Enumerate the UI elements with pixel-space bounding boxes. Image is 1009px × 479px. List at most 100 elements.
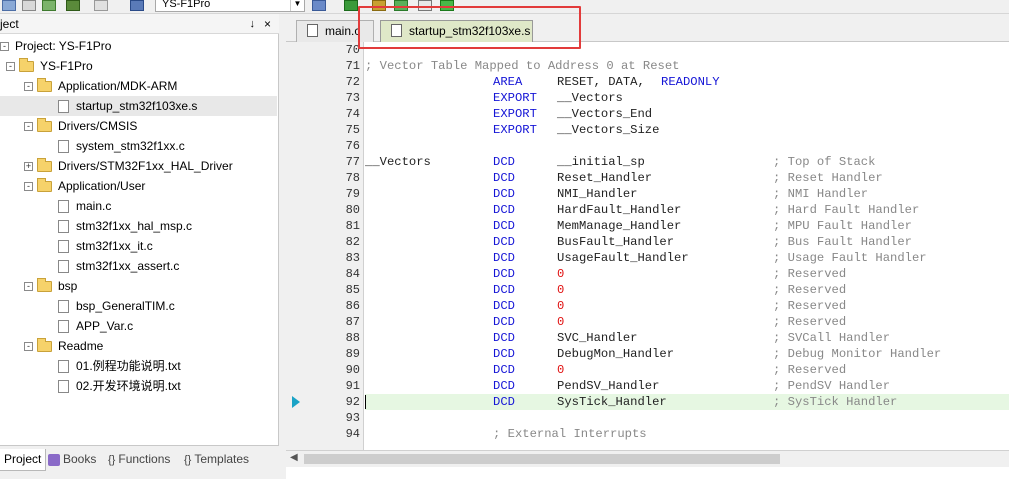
collapse-icon[interactable]: -	[0, 42, 9, 52]
code-line[interactable]	[365, 42, 1009, 58]
code-line[interactable]	[365, 410, 1009, 426]
collapse-icon[interactable]: -	[24, 182, 33, 192]
collapse-icon[interactable]: -	[24, 82, 33, 92]
filter-icon[interactable]	[418, 0, 432, 11]
tree-file-item[interactable]: APP_Var.c	[44, 316, 135, 336]
code-line[interactable]: DCD 0 ; Reserved	[365, 362, 1009, 378]
file-icon	[58, 320, 69, 334]
tree-file-item[interactable]: stm32f1xx_assert.c	[44, 256, 181, 276]
tree-folder-item[interactable]: - Application/User	[24, 176, 147, 196]
code-line[interactable]: EXPORT __Vectors_Size	[365, 122, 1009, 138]
tree-file-item[interactable]: stm32f1xx_hal_msp.c	[44, 216, 194, 236]
folder-icon	[37, 78, 52, 93]
tree-folder-item[interactable]: - Drivers/CMSIS	[24, 116, 139, 136]
tree-project-item[interactable]: - Project: YS-F1Pro	[0, 36, 113, 56]
pin-icon[interactable]: ↓	[250, 14, 256, 34]
tree-file-item[interactable]: bsp_GeneralTIM.c	[44, 296, 177, 316]
code-keyword: DCD	[493, 347, 515, 361]
code-keyword: EXPORT	[493, 91, 537, 105]
horizontal-scrollbar[interactable]: ◀	[286, 450, 1009, 467]
options-icon[interactable]	[22, 0, 36, 11]
code-line[interactable]: EXPORT __Vectors	[365, 90, 1009, 106]
green-box-icon[interactable]	[440, 0, 454, 11]
tree-item-label: APP_Var.c	[76, 319, 134, 333]
tree-item-label: Drivers/CMSIS	[58, 119, 138, 133]
rebuild-icon[interactable]	[94, 0, 108, 11]
tree-item-label: bsp	[58, 279, 78, 293]
download-icon[interactable]	[344, 0, 358, 11]
tab-main-c[interactable]: main.c	[296, 20, 374, 42]
code-line[interactable]: DCD DebugMon_Handler ; Debug Monitor Handl…	[365, 346, 1009, 362]
code-line[interactable]: DCD UsageFault_Handler ; Usage Fault Handl…	[365, 250, 1009, 266]
code-line[interactable]: EXPORT __Vectors_End	[365, 106, 1009, 122]
collapse-icon[interactable]: -	[24, 342, 33, 352]
code-comment: ; Reserved	[773, 283, 847, 297]
code-line[interactable]: DCD PendSV_Handler ; PendSV Handler	[365, 378, 1009, 394]
tree-file-item[interactable]: stm32f1xx_it.c	[44, 236, 155, 256]
stack-icon[interactable]	[42, 0, 56, 11]
code-area[interactable]: ; Vector Table Mapped to Address 0 at Re…	[365, 42, 1009, 450]
scroll-left-icon[interactable]: ◀	[290, 452, 298, 463]
tab-templates-label: Templates	[194, 452, 250, 466]
tree-folder-item[interactable]: - YS-F1Pro	[6, 56, 95, 76]
pack-icon[interactable]	[394, 0, 408, 11]
tab-project[interactable]: Project	[0, 449, 47, 471]
code-line[interactable]: DCD 0 ; Reserved	[365, 282, 1009, 298]
file-icon	[58, 240, 69, 254]
project-panel: ject ↓ × - Project: YS-F1Pro - YS-F1Pro - App…	[0, 14, 279, 479]
collapse-icon[interactable]: -	[6, 62, 15, 72]
code-line[interactable]: DCD HardFault_Handler ; Hard Fault Handler	[365, 202, 1009, 218]
translate-icon[interactable]	[66, 0, 80, 11]
tree-file-item[interactable]: main.c	[44, 196, 113, 216]
code-line[interactable]: DCD 0 ; Reserved	[365, 266, 1009, 282]
save-all-icon[interactable]	[2, 0, 16, 11]
tab-functions[interactable]: {} Functions	[104, 449, 174, 471]
code-line[interactable]: DCD Reset_Handler ; Reset Handler	[365, 170, 1009, 186]
close-icon[interactable]: ×	[264, 14, 271, 34]
code-line[interactable]: DCD BusFault_Handler ; Bus Fault Handler	[365, 234, 1009, 250]
tab-templates[interactable]: {} Templates	[180, 449, 253, 471]
code-line[interactable]: ; External Interrupts	[365, 426, 1009, 442]
tree-item-label: system_stm32f1xx.c	[76, 139, 185, 153]
scrollbar-thumb[interactable]	[304, 454, 780, 464]
code-identifier: DebugMon_Handler	[557, 347, 675, 361]
collapse-icon[interactable]: -	[24, 122, 33, 132]
tab-startup-s[interactable]: startup_stm32f103xe.s	[380, 20, 533, 42]
code-line[interactable]: ; Vector Table Mapped to Address 0 at Re…	[365, 58, 1009, 74]
code-line[interactable]: AREA RESET, DATA, READONLY	[365, 74, 1009, 90]
chevron-down-icon[interactable]: ▼	[290, 0, 304, 11]
file-icon	[58, 100, 69, 114]
current-line-arrow-icon	[292, 396, 300, 408]
code-keyword: DCD	[493, 219, 515, 233]
collapse-icon[interactable]: -	[24, 282, 33, 292]
target-select[interactable]: YS-F1Pro ▼	[155, 0, 305, 12]
code-line[interactable]: DCD MemManage_Handler ; MPU Fault Handler	[365, 218, 1009, 234]
code-line[interactable]: DCD 0 ; Reserved	[365, 298, 1009, 314]
code-keyword: EXPORT	[493, 107, 537, 121]
tree-file-item[interactable]: system_stm32f1xx.c	[44, 136, 187, 156]
code-line[interactable]: __Vectors DCD __initial_sp ; Top of Stack	[365, 154, 1009, 170]
tree-folder-item[interactable]: + Drivers/STM32F1xx_HAL_Driver	[24, 156, 235, 176]
code-line[interactable]: DCD NMI_Handler ; NMI Handler	[365, 186, 1009, 202]
target-value: YS-F1Pro	[162, 0, 211, 10]
code-comment: ; Reserved	[773, 267, 847, 281]
code-number: 0	[557, 299, 565, 313]
tree-file-item[interactable]: 01.例程功能说明.txt	[44, 356, 183, 376]
expand-icon[interactable]: +	[24, 162, 33, 172]
tree-folder-item[interactable]: - Readme	[24, 336, 105, 356]
debug-icon[interactable]	[312, 0, 326, 11]
line-number: 70	[345, 43, 360, 57]
code-line[interactable]: DCD SVC_Handler ; SVCall Handler	[365, 330, 1009, 346]
manage-icon[interactable]	[372, 0, 386, 11]
tree-file-item[interactable]: 02.开发环境说明.txt	[44, 376, 183, 396]
current-code-line[interactable]: DCD SysTick_Handler ; SysTick Handler	[365, 394, 1009, 410]
code-identifier: MemManage_Handler	[557, 219, 682, 233]
tree-folder-item[interactable]: - Application/MDK-ARM	[24, 76, 179, 96]
tree-file-item[interactable]: startup_stm32f103xe.s	[0, 96, 277, 116]
tab-books[interactable]: Books	[44, 449, 100, 471]
code-line[interactable]: DCD 0 ; Reserved	[365, 314, 1009, 330]
target-options-icon[interactable]	[130, 0, 144, 11]
code-line[interactable]	[365, 138, 1009, 154]
tree-folder-item[interactable]: - bsp	[24, 276, 79, 296]
books-icon	[48, 453, 60, 466]
